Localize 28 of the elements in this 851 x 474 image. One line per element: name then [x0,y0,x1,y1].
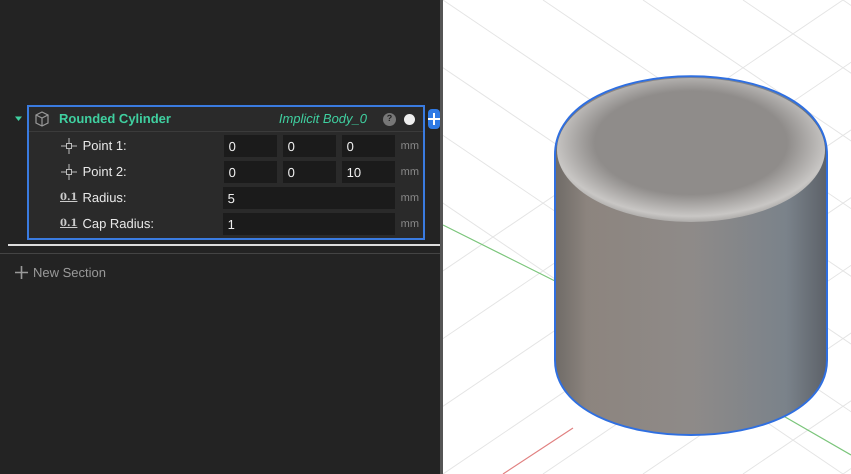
help-button[interactable]: ? [383,112,396,126]
unit-label: mm [400,216,419,232]
number-icon: 0.1 [60,219,78,229]
body-name: Implicit Body_0 [278,110,367,128]
number-field[interactable]: 0 [342,135,395,157]
plus-icon [15,266,28,280]
point-icon [60,137,78,155]
unit-label: mm [400,190,419,206]
field-label: Cap Radius: [82,215,155,234]
number-field[interactable]: 0 [282,161,336,183]
point-icon [60,163,78,181]
field-label: Radius: [82,189,128,208]
number-field[interactable]: 0 [282,135,336,157]
number-field[interactable]: 5 [222,187,395,209]
plus-icon [428,113,440,125]
node-title: Rounded Cylinder [59,110,171,128]
number-icon: 0.1 [60,193,78,203]
add-button[interactable] [428,109,440,129]
new-section-button[interactable]: New Section [15,263,440,282]
number-field[interactable]: 1 [222,213,395,235]
number-field[interactable]: 0 [224,135,277,157]
unit-label: mm [400,164,419,180]
field-label: Point 1: [82,137,128,156]
number-field[interactable]: 0 [224,161,277,183]
cube-icon [33,110,51,128]
unit-label: mm [400,138,419,154]
number-field[interactable]: 10 [342,161,395,183]
field-label: Point 2: [82,163,128,182]
